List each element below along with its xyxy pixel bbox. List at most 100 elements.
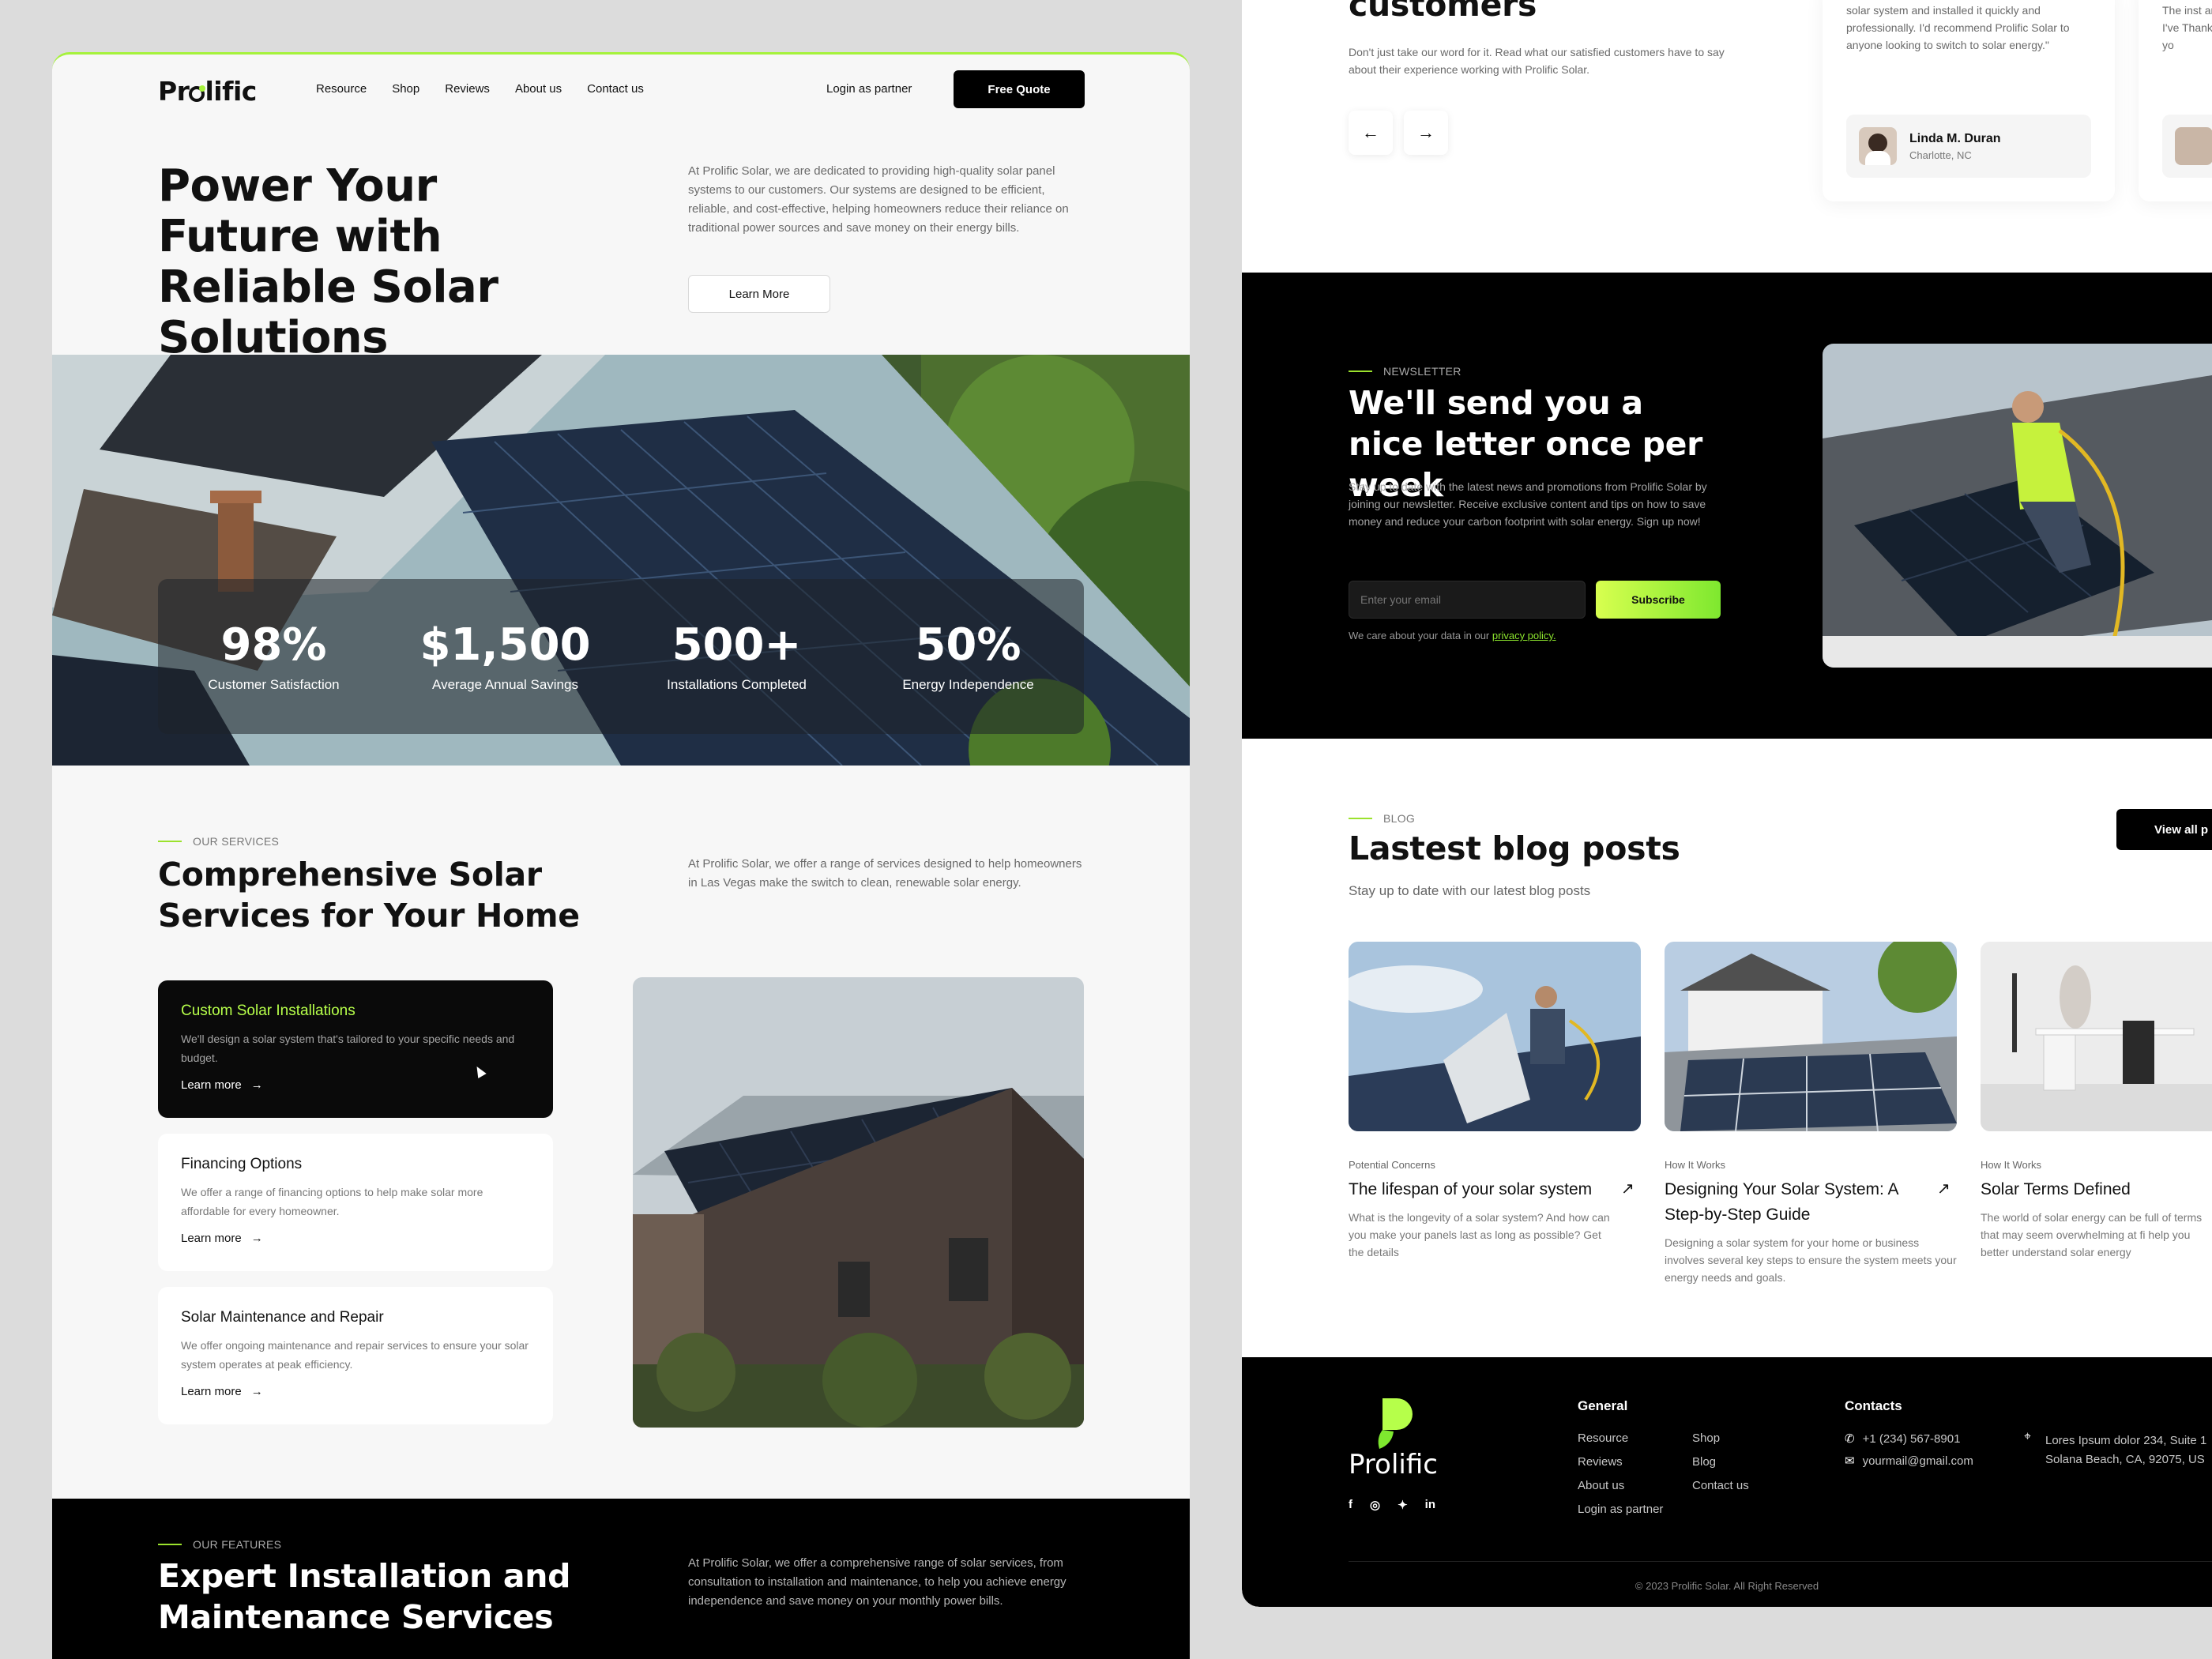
nav-reviews[interactable]: Reviews [445,82,490,96]
service-desc: We offer a range of financing options to… [181,1186,483,1217]
next-arrow-button[interactable]: → [1404,111,1448,155]
testimonial-author [2162,115,2212,178]
login-partner-link[interactable]: Login as partner [826,82,912,96]
arrow-left-icon: ← [1362,122,1379,142]
service-desc: We offer ongoing maintenance and repair … [181,1339,529,1371]
service-card-maintenance[interactable]: Solar Maintenance and Repair We offer on… [158,1287,553,1424]
service-title: Solar Maintenance and Repair [181,1309,384,1326]
email-input[interactable] [1349,581,1586,619]
blog-category: How It Works [1665,1159,1726,1171]
blog-description: Stay up to date with our latest blog pos… [1349,883,1591,898]
nav-contact[interactable]: Contact us [587,82,644,96]
blog-image-house-panels[interactable] [1665,942,1957,1131]
social-links: f ◎ ✦ in [1349,1498,1435,1512]
features-description: At Prolific Solar, we offer a comprehens… [688,1556,1066,1608]
nav-about[interactable]: About us [515,82,562,96]
testimonial-card-next: The inst and I've Thank yo [2139,0,2212,201]
services-description: At Prolific Solar, we offer a range of s… [688,857,1082,890]
service-learn-more[interactable]: Learn more → [181,1078,530,1092]
footer-contacts-heading: Contacts [1845,1398,1902,1413]
features-title: Expert Installation and Maintenance Serv… [158,1557,571,1636]
arrow-up-right-icon[interactable]: ↗ [1621,1179,1635,1198]
footer-link-shop[interactable]: Shop [1692,1431,1749,1445]
landing-page-right: customers Don't just take our word for i… [1242,0,2212,1607]
footer-general-col2: Shop Blog Contact us [1692,1431,1749,1492]
stat-value: $1,500 [419,619,591,671]
features-section: OUR FEATURES Expert Installation and Mai… [52,1499,1190,1659]
newsletter-section: NEWSLETTER We'll send you a nice letter … [1242,273,2212,739]
nav-shop[interactable]: Shop [392,82,419,96]
landing-page-left: Pr lific Resource Shop Reviews About us C… [52,52,1190,1659]
stat-value: 98% [220,619,327,671]
services-title: Comprehensive Solar Services for Your Ho… [158,856,580,935]
blog-post-title[interactable]: Designing Your Solar System: A Step-by-S… [1665,1177,1925,1228]
service-desc: We'll design a solar system that's tailo… [181,1033,515,1064]
stat-value: 50% [915,619,1021,671]
stats-overlay: 98% Customer Satisfaction $1,500 Average A… [158,579,1084,734]
facebook-icon[interactable]: f [1349,1498,1352,1512]
blog-image-office[interactable] [1981,942,2212,1131]
blog-image-installers[interactable] [1349,942,1641,1131]
stat-value: 500+ [672,619,802,671]
newsletter-eyebrow: NEWSLETTER [1349,365,1462,378]
learn-more-button[interactable]: Learn More [688,275,830,313]
hero-title: Power Your Future with Reliable Solar So… [158,160,498,363]
footer-link-resource[interactable]: Resource [1578,1431,1663,1445]
installer-on-roof-image [1823,344,2212,668]
logo[interactable]: Pr lific [158,76,257,107]
stat-label: Installations Completed [667,677,807,692]
footer-divider [1349,1561,2212,1562]
arrow-up-right-icon[interactable]: ↗ [1937,1179,1951,1198]
view-all-posts-button[interactable]: View all p [2116,809,2212,850]
author-name: Linda M. Duran [1909,131,2001,145]
free-quote-button[interactable]: Free Quote [954,70,1085,108]
testimonials-title: customers [1349,0,1537,24]
blog-category: Potential Concerns [1349,1159,1435,1171]
blog-post-title[interactable]: The lifespan of your solar system [1349,1177,1609,1202]
instagram-icon[interactable]: ◎ [1370,1498,1380,1512]
blog-post-desc: What is the longevity of a solar system?… [1349,1211,1610,1258]
mail-icon: ✉ [1845,1454,1855,1468]
avatar [2175,127,2212,165]
privacy-policy-link[interactable]: privacy policy. [1492,630,1556,641]
footer-phone[interactable]: ✆ +1 (234) 567-8901 [1845,1431,1960,1446]
twitter-icon[interactable]: ✦ [1398,1498,1408,1512]
footer-link-login[interactable]: Login as partner [1578,1503,1663,1516]
stat-label: Average Annual Savings [432,677,578,692]
service-card-financing[interactable]: Financing Options We offer a range of fi… [158,1134,553,1271]
footer-link-about[interactable]: About us [1578,1479,1663,1492]
avatar [1859,127,1897,165]
footer-link-reviews[interactable]: Reviews [1578,1455,1663,1469]
prev-arrow-button[interactable]: ← [1349,111,1393,155]
arrow-right-icon: → [250,1078,263,1092]
testimonial-card: solar system and installed it quickly an… [1823,0,2115,201]
footer-email[interactable]: ✉ yourmail@gmail.com [1845,1454,1973,1468]
testimonial-quote: The inst and I've Thank yo [2162,4,2212,51]
stat-satisfaction: 98% Customer Satisfaction [165,620,383,693]
service-learn-more[interactable]: Learn more → [181,1232,530,1245]
footer-link-blog[interactable]: Blog [1692,1455,1749,1469]
footer-general-col1: Resource Reviews About us Login as partn… [1578,1431,1663,1516]
service-learn-more[interactable]: Learn more → [181,1385,530,1398]
stat-installations: 500+ Installations Completed [628,620,846,693]
features-eyebrow: OUR FEATURES [158,1538,281,1551]
nav-resource[interactable]: Resource [316,82,367,96]
footer-general-heading: General [1578,1398,1628,1413]
stat-independence: 50% Energy Independence [860,620,1078,693]
linkedin-icon[interactable]: in [1425,1498,1435,1512]
stat-label: Energy Independence [902,677,1034,692]
subscribe-button[interactable]: Subscribe [1596,581,1721,619]
arrow-right-icon: → [250,1385,263,1398]
service-card-custom[interactable]: Custom Solar Installations We'll design … [158,980,553,1118]
footer-copyright: © 2023 Prolific Solar. All Right Reserve… [1635,1580,1819,1592]
footer: Prolific f ◎ ✦ in General Resource Revie… [1242,1357,2212,1607]
blog-title: Lastest blog posts [1349,830,1680,867]
testimonial-quote: solar system and installed it quickly an… [1846,4,2070,51]
blog-post-desc: Designing a solar system for your home o… [1665,1236,1957,1284]
main-nav: Resource Shop Reviews About us Contact u… [316,82,644,96]
footer-link-contact[interactable]: Contact us [1692,1479,1749,1492]
footer-logo[interactable]: Prolific [1349,1449,1438,1480]
author-location: Charlotte, NC [1909,149,1972,161]
blog-post-title[interactable]: Solar Terms Defined [1981,1177,2210,1202]
arrow-right-icon: → [1417,122,1435,142]
